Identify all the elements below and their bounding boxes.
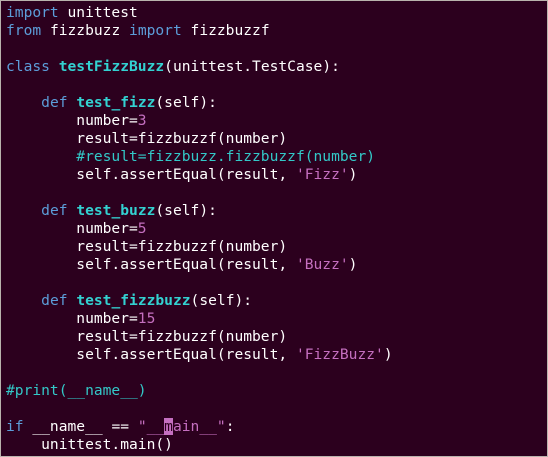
code-token: ain__" xyxy=(172,418,226,435)
code-token: self.assertEqual(result, xyxy=(6,346,296,363)
code-line[interactable]: import unittest xyxy=(6,4,393,22)
code-token: number= xyxy=(6,112,138,129)
code-token: __name__ == xyxy=(23,418,138,435)
code-token: testFizzBuzz xyxy=(58,58,165,75)
code-token: #print(__name__) xyxy=(6,382,147,399)
code-line[interactable]: self.assertEqual(result, 'Fizz') xyxy=(6,166,393,184)
code-token: 'Fizz' xyxy=(295,166,349,183)
code-token: ) xyxy=(348,166,358,183)
code-token: (self): xyxy=(155,202,217,219)
code-line[interactable]: ​ xyxy=(6,40,393,58)
code-token: test_buzz xyxy=(76,202,156,219)
code-line[interactable]: class testFizzBuzz(unittest.TestCase): xyxy=(6,58,393,76)
code-line[interactable]: ​ xyxy=(6,400,393,418)
code-token: 'Buzz' xyxy=(295,256,349,273)
code-token: self.assertEqual(result, xyxy=(6,256,296,273)
code-token: test_fizzbuzz xyxy=(76,292,191,309)
code-token: 15 xyxy=(137,310,156,327)
code-token: result=fizzbuzzf(number) xyxy=(6,328,288,345)
text-cursor: m xyxy=(164,418,173,435)
code-line[interactable]: #result=fizzbuzz.fizzbuzzf(number) xyxy=(6,148,393,166)
code-token: test_fizz xyxy=(76,94,156,111)
code-line[interactable]: if __name__ == "__main__": xyxy=(6,418,393,436)
code-token: #result=fizzbuzz.fizzbuzzf(number) xyxy=(6,148,376,165)
code-token: 'FizzBuzz' xyxy=(295,346,384,363)
code-line[interactable]: def test_fizzbuzz(self): xyxy=(6,292,393,310)
code-token: ) xyxy=(383,346,393,363)
code-line[interactable]: self.assertEqual(result, 'Buzz') xyxy=(6,256,393,274)
code-token: number= xyxy=(6,220,138,237)
code-line[interactable]: result=fizzbuzzf(number) xyxy=(6,328,393,346)
code-line[interactable]: self.assertEqual(result, 'FizzBuzz') xyxy=(6,346,393,364)
code-token: self.assertEqual(result, xyxy=(6,166,296,183)
code-token: (unittest.TestCase): xyxy=(164,58,340,75)
code-token: from xyxy=(6,22,42,39)
code-token: unittest xyxy=(58,4,138,21)
code-token: number= xyxy=(6,310,138,327)
code-token: fizzbuzz xyxy=(41,22,130,39)
code-text-area[interactable]: import unittest from fizzbuzz import fizz… xyxy=(6,4,393,454)
code-line[interactable]: def test_buzz(self): xyxy=(6,202,393,220)
code-line[interactable]: unittest.main() xyxy=(6,436,393,454)
code-line[interactable]: ​ xyxy=(6,274,393,292)
code-line[interactable]: ​ xyxy=(6,76,393,94)
code-line[interactable]: #print(__name__) xyxy=(6,382,393,400)
code-line[interactable]: from fizzbuzz import fizzbuzzf xyxy=(6,22,393,40)
code-line[interactable]: number=3 xyxy=(6,112,393,130)
code-line[interactable]: number=15 xyxy=(6,310,393,328)
code-token: "__ xyxy=(137,418,165,435)
code-line[interactable]: result=fizzbuzzf(number) xyxy=(6,130,393,148)
code-token: def xyxy=(41,202,68,219)
code-token: fizzbuzzf xyxy=(181,22,270,39)
code-token: result=fizzbuzzf(number) xyxy=(6,130,288,147)
code-token: (self): xyxy=(190,292,253,309)
code-token: unittest.main() xyxy=(6,436,173,453)
code-token: 5 xyxy=(137,220,147,237)
code-token: import xyxy=(6,4,59,21)
code-editor[interactable]: import unittest from fizzbuzz import fizz… xyxy=(0,0,548,457)
code-token: def xyxy=(41,94,68,111)
code-line[interactable]: number=5 xyxy=(6,220,393,238)
code-token: 3 xyxy=(137,112,147,129)
code-token: ) xyxy=(348,256,358,273)
code-token: import xyxy=(129,22,182,39)
code-token: result=fizzbuzzf(number) xyxy=(6,238,288,255)
code-token: (self): xyxy=(155,94,217,111)
code-line[interactable]: ​ xyxy=(6,184,393,202)
code-line[interactable]: result=fizzbuzzf(number) xyxy=(6,238,393,256)
code-token: : xyxy=(225,418,235,435)
code-line[interactable]: ​ xyxy=(6,364,393,382)
code-token: if xyxy=(6,418,24,435)
code-line[interactable]: def test_fizz(self): xyxy=(6,94,393,112)
code-token: class xyxy=(6,58,50,75)
code-token: def xyxy=(41,292,68,309)
